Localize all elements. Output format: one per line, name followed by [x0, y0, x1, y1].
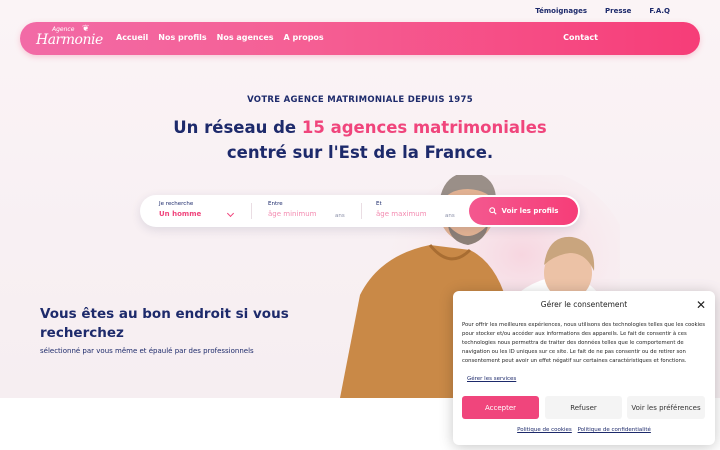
- view-profiles-label: Voir les profils: [501, 207, 559, 215]
- nav-accueil[interactable]: Accueil: [116, 33, 148, 42]
- refuse-button[interactable]: Refuser: [545, 396, 622, 419]
- divider: [361, 203, 362, 219]
- privacy-policy-link[interactable]: Politique de confidentialité: [578, 427, 651, 433]
- max-age-unit: ans: [445, 213, 455, 219]
- gender-value: Un homme: [159, 210, 202, 218]
- presse-link[interactable]: Presse: [605, 7, 631, 15]
- cookie-consent-dialog: Gérer le consentement ✕ Pour offrir les …: [453, 291, 715, 445]
- search-icon: [488, 207, 497, 215]
- nav-menu: Accueil Nos profils Nos agences A propos: [116, 33, 324, 42]
- max-age-input[interactable]: âge maximum: [376, 210, 427, 218]
- lead-heading: Vous êtes au bon endroit si vous recherc…: [40, 306, 289, 341]
- top-links: Témoignages Presse F.A.Q: [535, 7, 670, 15]
- min-age-label: Entre: [268, 201, 283, 207]
- policy-links: Politique de cookies Politique de confid…: [453, 427, 715, 433]
- temoignages-link[interactable]: Témoignages: [535, 7, 587, 15]
- consent-title: Gérer le consentement: [540, 300, 628, 309]
- view-profiles-button[interactable]: Voir les profils: [469, 197, 578, 225]
- faq-link[interactable]: F.A.Q: [649, 7, 670, 15]
- manage-services-link[interactable]: Gérer les services: [467, 376, 516, 382]
- main-navbar: Agence Harmonie ❦ Accueil Nos profils No…: [20, 22, 700, 55]
- bird-icon: ❦: [82, 24, 90, 34]
- accept-button[interactable]: Accepter: [462, 396, 539, 419]
- nav-nos-agences[interactable]: Nos agences: [217, 33, 274, 42]
- min-age-input[interactable]: âge minimum: [268, 210, 316, 218]
- agence-harmonie-logo[interactable]: Agence Harmonie ❦: [30, 24, 110, 53]
- headline-part1: Un réseau de: [173, 118, 302, 137]
- consent-text: Pour offrir les meilleures expériences, …: [462, 322, 706, 364]
- headline-highlight: 15 agences matrimoniales: [301, 118, 547, 137]
- nav-nos-profils[interactable]: Nos profils: [158, 33, 206, 42]
- nav-a-propos[interactable]: A propos: [284, 33, 324, 42]
- min-age-field[interactable]: Entre âge minimum: [268, 201, 316, 218]
- headline-line2: centré sur l'Est de la France.: [226, 143, 494, 162]
- gender-label: Je recherche: [159, 201, 194, 207]
- logo-harmonie-text: Harmonie: [36, 32, 103, 48]
- hero-headline: Un réseau de 15 agences matrimoniales ce…: [0, 115, 720, 165]
- max-age-label: Et: [376, 201, 382, 207]
- cookie-policy-link[interactable]: Politique de cookies: [517, 427, 572, 433]
- chevron-down-icon[interactable]: [226, 209, 235, 218]
- divider: [251, 203, 252, 219]
- hero-kicker: VOTRE AGENCE MATRIMONIALE DEPUIS 1975: [247, 95, 473, 105]
- lead-subtext: sélectionné par vous même et épaulé par …: [40, 347, 254, 355]
- min-age-unit: ans: [335, 213, 345, 219]
- max-age-field[interactable]: Et âge maximum: [376, 201, 427, 218]
- close-icon[interactable]: ✕: [696, 298, 706, 312]
- gender-select[interactable]: Je recherche Un homme: [159, 201, 201, 218]
- profile-search-bar: Je recherche Un homme Entre âge minimum …: [140, 195, 580, 227]
- nav-contact[interactable]: Contact: [563, 33, 598, 42]
- preferences-button[interactable]: Voir les préférences: [627, 396, 705, 419]
